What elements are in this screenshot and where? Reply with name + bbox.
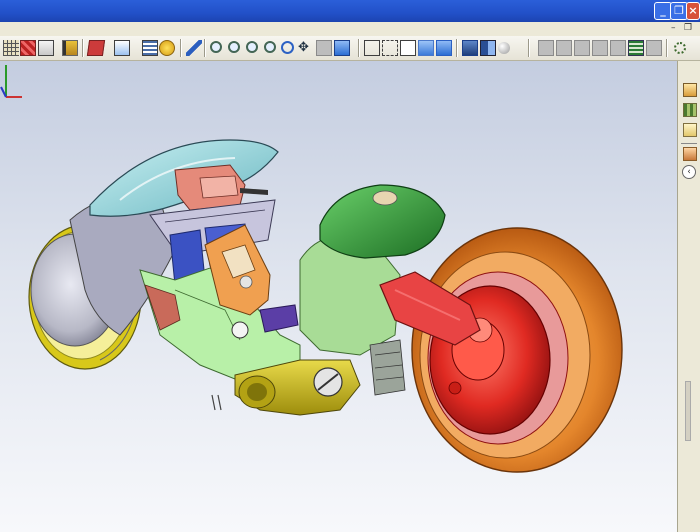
realview-icon[interactable] bbox=[498, 42, 510, 54]
motorcycle-model[interactable] bbox=[0, 61, 677, 532]
layers-dropdown-icon[interactable] bbox=[38, 40, 54, 56]
sketch-icon[interactable] bbox=[538, 40, 554, 56]
wireframe-icon[interactable] bbox=[364, 40, 380, 56]
purple-block[interactable] bbox=[259, 304, 299, 333]
graphics-area[interactable] bbox=[0, 61, 677, 532]
drawing-icon[interactable] bbox=[556, 40, 572, 56]
zoom-to-fit-icon[interactable] bbox=[210, 41, 222, 53]
toolbar-separator bbox=[666, 39, 668, 57]
shaded-icon[interactable] bbox=[436, 40, 452, 56]
standard-views-dropdown-icon[interactable] bbox=[334, 40, 350, 56]
close-button[interactable]: × bbox=[686, 2, 700, 20]
zoom-area-icon[interactable] bbox=[228, 41, 240, 53]
gear-icon[interactable] bbox=[674, 42, 686, 54]
task-pane: ‹ bbox=[677, 61, 700, 532]
toolbar-separator bbox=[528, 39, 530, 57]
file-explorer-icon[interactable] bbox=[683, 123, 697, 137]
collapse-icon[interactable]: ‹ bbox=[682, 165, 696, 179]
shaded-with-edges-icon[interactable] bbox=[418, 40, 434, 56]
toolbar-separator bbox=[358, 39, 360, 57]
section-view-icon[interactable] bbox=[480, 40, 496, 56]
axis-triad bbox=[0, 65, 22, 98]
list-icon[interactable] bbox=[142, 40, 158, 56]
shadows-icon[interactable] bbox=[462, 40, 478, 56]
toolbar: ✥ bbox=[0, 36, 700, 61]
dimension-icon[interactable] bbox=[62, 40, 78, 56]
help-icon[interactable] bbox=[159, 40, 175, 56]
annotate-icon[interactable] bbox=[592, 40, 608, 56]
display-dropdown-icon[interactable] bbox=[114, 40, 130, 56]
hidden-lines-removed-icon[interactable] bbox=[400, 40, 416, 56]
rotate-icon[interactable] bbox=[281, 41, 294, 54]
3d-view-icon[interactable] bbox=[316, 40, 332, 56]
table-icon[interactable] bbox=[3, 40, 19, 56]
toolbar-separator bbox=[180, 39, 182, 57]
toolbar-separator bbox=[82, 39, 84, 57]
properties-icon[interactable] bbox=[683, 147, 697, 161]
pan-icon[interactable]: ✥ bbox=[298, 40, 309, 56]
menu-strip bbox=[0, 22, 700, 36]
hidden-lines-visible-icon[interactable] bbox=[382, 40, 398, 56]
zoom-in-out-icon[interactable] bbox=[246, 41, 258, 53]
table-tool-icon[interactable] bbox=[628, 40, 644, 56]
select-icon[interactable] bbox=[186, 40, 202, 56]
design-library-icon[interactable] bbox=[683, 103, 697, 117]
title-bar: _ ❐ × bbox=[0, 0, 700, 22]
toolbar-separator bbox=[456, 39, 458, 57]
dimension-tool-icon[interactable] bbox=[574, 40, 590, 56]
color-table-icon[interactable] bbox=[20, 40, 36, 56]
appearance-dropdown-icon[interactable] bbox=[86, 40, 106, 56]
note-icon[interactable] bbox=[646, 40, 662, 56]
sheet-icon[interactable] bbox=[610, 40, 626, 56]
document-minimize-button[interactable]: – bbox=[671, 23, 676, 33]
task-pane-separator bbox=[681, 143, 697, 144]
toolbar-separator bbox=[204, 39, 206, 57]
document-restore-button[interactable]: ❐ bbox=[684, 23, 692, 33]
zoom-selection-icon[interactable] bbox=[264, 41, 276, 53]
task-pane-scrollbar[interactable] bbox=[685, 381, 691, 441]
home-icon[interactable] bbox=[683, 83, 697, 97]
